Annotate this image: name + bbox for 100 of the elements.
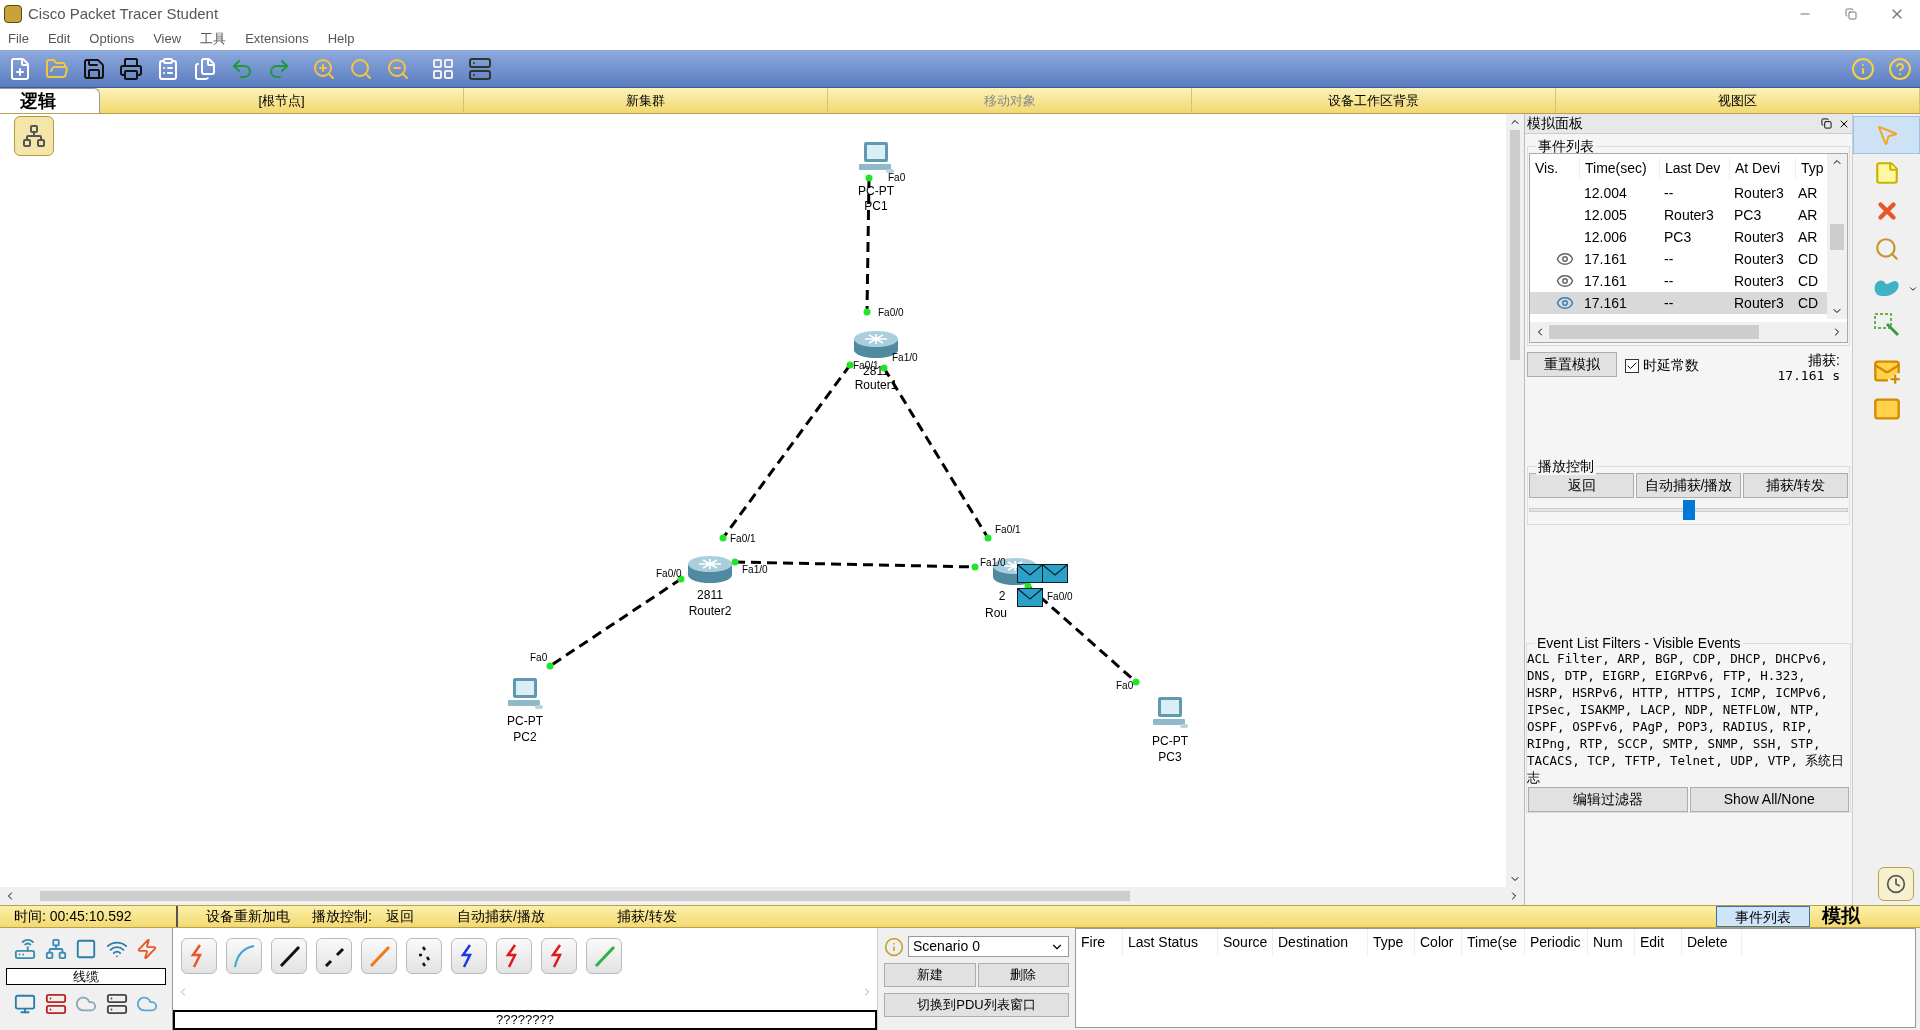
info-icon[interactable] <box>1851 56 1875 81</box>
vertical-scrollbar[interactable] <box>1827 154 1847 319</box>
column-header[interactable]: Num <box>1588 929 1635 955</box>
resize-icon[interactable] <box>1872 312 1901 338</box>
scenario-select[interactable]: Scenario 0 <box>908 936 1069 957</box>
workspace-bar-item[interactable]: 新集群 <box>464 88 828 113</box>
event-row[interactable]: 12.005 Router3 PC3 AR <box>1530 204 1828 226</box>
workspace-bar-item[interactable]: 设备工作区背景 <box>1192 88 1556 113</box>
column-header[interactable]: At Devi <box>1730 157 1796 179</box>
menu-item[interactable]: Help <box>327 29 355 49</box>
menu-item[interactable]: Edit <box>47 29 71 49</box>
menu-item[interactable]: Options <box>89 29 135 49</box>
status-item[interactable]: 捕获/转发 <box>616 906 677 927</box>
table-cell-text: 12.006 <box>1583 227 1628 247</box>
printer-icon[interactable] <box>119 56 143 81</box>
event-row[interactable]: 17.161 -- Router3 CD <box>1530 292 1828 314</box>
playback-button[interactable]: 捕获/转发 <box>1743 473 1848 498</box>
workspace-bar-item[interactable]: 视图区 <box>1556 88 1920 113</box>
column-header[interactable]: Time(sec) <box>1580 157 1660 179</box>
switch-pdu-list-button[interactable]: 切换到PDU列表窗口 <box>884 993 1069 1017</box>
scrollbar-thumb[interactable] <box>1510 130 1520 360</box>
column-header[interactable]: Source <box>1218 929 1273 955</box>
event-row[interactable]: 12.006 PC3 Router3 AR <box>1530 226 1828 248</box>
reset-simulation-button[interactable]: 重置模拟 <box>1527 352 1617 377</box>
pc-icon[interactable] <box>856 141 896 175</box>
restore-icon[interactable] <box>1845 8 1857 20</box>
save-icon[interactable] <box>82 56 106 81</box>
event-list-button[interactable]: 事件列表 <box>1716 906 1810 927</box>
scrollbar-thumb[interactable] <box>1830 223 1844 250</box>
column-header[interactable]: Destination <box>1273 929 1368 955</box>
status-item[interactable]: 自动捕获/播放 <box>456 906 545 927</box>
speed-slider-thumb[interactable] <box>1682 500 1695 520</box>
scrollbar-thumb[interactable] <box>1548 325 1759 339</box>
inspect-icon[interactable] <box>1873 236 1900 262</box>
playback-button[interactable]: 返回 <box>1529 473 1634 498</box>
table-cell-text: 17.161 <box>1583 271 1628 291</box>
eye-icon[interactable] <box>1556 294 1574 312</box>
scenario-button[interactable]: 删除 <box>977 963 1069 987</box>
envelope-icon[interactable] <box>1017 588 1043 607</box>
event-row[interactable]: 17.161 -- Router3 CD <box>1530 248 1828 270</box>
filter-button[interactable]: 编辑过滤器 <box>1528 787 1688 812</box>
column-header[interactable]: Color <box>1415 929 1462 955</box>
checkbox-label: 时延常数 <box>1643 356 1699 375</box>
menu-item[interactable]: Extensions <box>245 29 309 49</box>
zoom-in-icon[interactable] <box>312 56 336 81</box>
menu-item[interactable]: View <box>153 29 182 49</box>
column-header[interactable]: Time(se <box>1462 929 1525 955</box>
device-name-label: Rou <box>985 606 1007 620</box>
event-row[interactable]: 12.004 -- Router3 AR <box>1530 182 1828 204</box>
pc-icon[interactable] <box>505 677 545 711</box>
captured-label: 捕获: <box>1808 352 1840 368</box>
switch-category-icon[interactable] <box>44 938 67 960</box>
realtime-mode-button[interactable] <box>1878 867 1914 901</box>
column-header[interactable]: Periodic <box>1525 929 1588 955</box>
checkbox[interactable] <box>1625 358 1639 373</box>
float-panel-icon[interactable] <box>1821 118 1832 129</box>
folder-icon[interactable] <box>45 56 69 81</box>
logical-view-icon[interactable] <box>14 116 54 156</box>
column-header[interactable]: Fire <box>1076 929 1123 955</box>
clipboard-icon[interactable] <box>156 56 180 81</box>
column-header[interactable]: Last Dev <box>1660 157 1730 179</box>
playback-button[interactable]: 自动捕获/播放 <box>1636 473 1741 498</box>
status-item[interactable]: 设备重新加电 <box>206 906 290 927</box>
captured-time: 17.161 s <box>1777 368 1840 384</box>
menu-item[interactable]: File <box>8 29 29 49</box>
zoom-out-icon[interactable] <box>386 56 410 81</box>
info-icon[interactable] <box>884 936 904 957</box>
pc-icon[interactable] <box>1150 696 1190 730</box>
new-file-icon[interactable] <box>8 56 32 81</box>
eye-icon[interactable] <box>1556 250 1574 268</box>
end-device-category-icon[interactable] <box>14 993 36 1015</box>
dropdown-caret-icon[interactable] <box>1908 284 1918 294</box>
documents-icon[interactable] <box>193 56 217 81</box>
column-header[interactable]: Edit <box>1635 929 1682 955</box>
clock-icon[interactable] <box>1886 874 1906 894</box>
envelope-icon[interactable] <box>1042 564 1068 583</box>
column-header[interactable]: Vis. <box>1530 157 1580 179</box>
device-model-label: PC-PT <box>507 714 543 728</box>
event-row[interactable]: 17.161 -- Router3 CD <box>1530 270 1828 292</box>
cable-caption: ???????? <box>173 1010 877 1030</box>
port-label: Fa0 <box>530 652 548 663</box>
help-icon[interactable] <box>1888 56 1912 81</box>
table-cell-text: 12.004 <box>1583 183 1628 203</box>
table-cell-text: Router3 <box>1733 271 1785 291</box>
router-category-icon[interactable] <box>14 938 36 960</box>
scenario-button[interactable]: 新建 <box>884 963 976 987</box>
status-item[interactable]: 返回 <box>385 906 414 927</box>
column-header[interactable]: Delete <box>1682 929 1742 955</box>
column-header[interactable]: Last Status <box>1123 929 1218 955</box>
filter-button[interactable]: Show All/None <box>1689 787 1849 812</box>
zoom-reset-icon[interactable] <box>349 56 373 81</box>
menu-item[interactable]: 工具 <box>200 29 227 49</box>
workspace-bar-item[interactable]: [根节点] <box>100 88 464 113</box>
horizontal-scrollbar[interactable] <box>1530 322 1847 342</box>
scrollbar-thumb[interactable] <box>40 891 1130 901</box>
logical-tab[interactable]: 逻辑 <box>0 88 100 113</box>
note-icon[interactable] <box>1873 160 1900 186</box>
envelope-icon[interactable] <box>1017 564 1043 583</box>
eye-icon[interactable] <box>1556 272 1574 290</box>
column-header[interactable]: Type <box>1368 929 1415 955</box>
